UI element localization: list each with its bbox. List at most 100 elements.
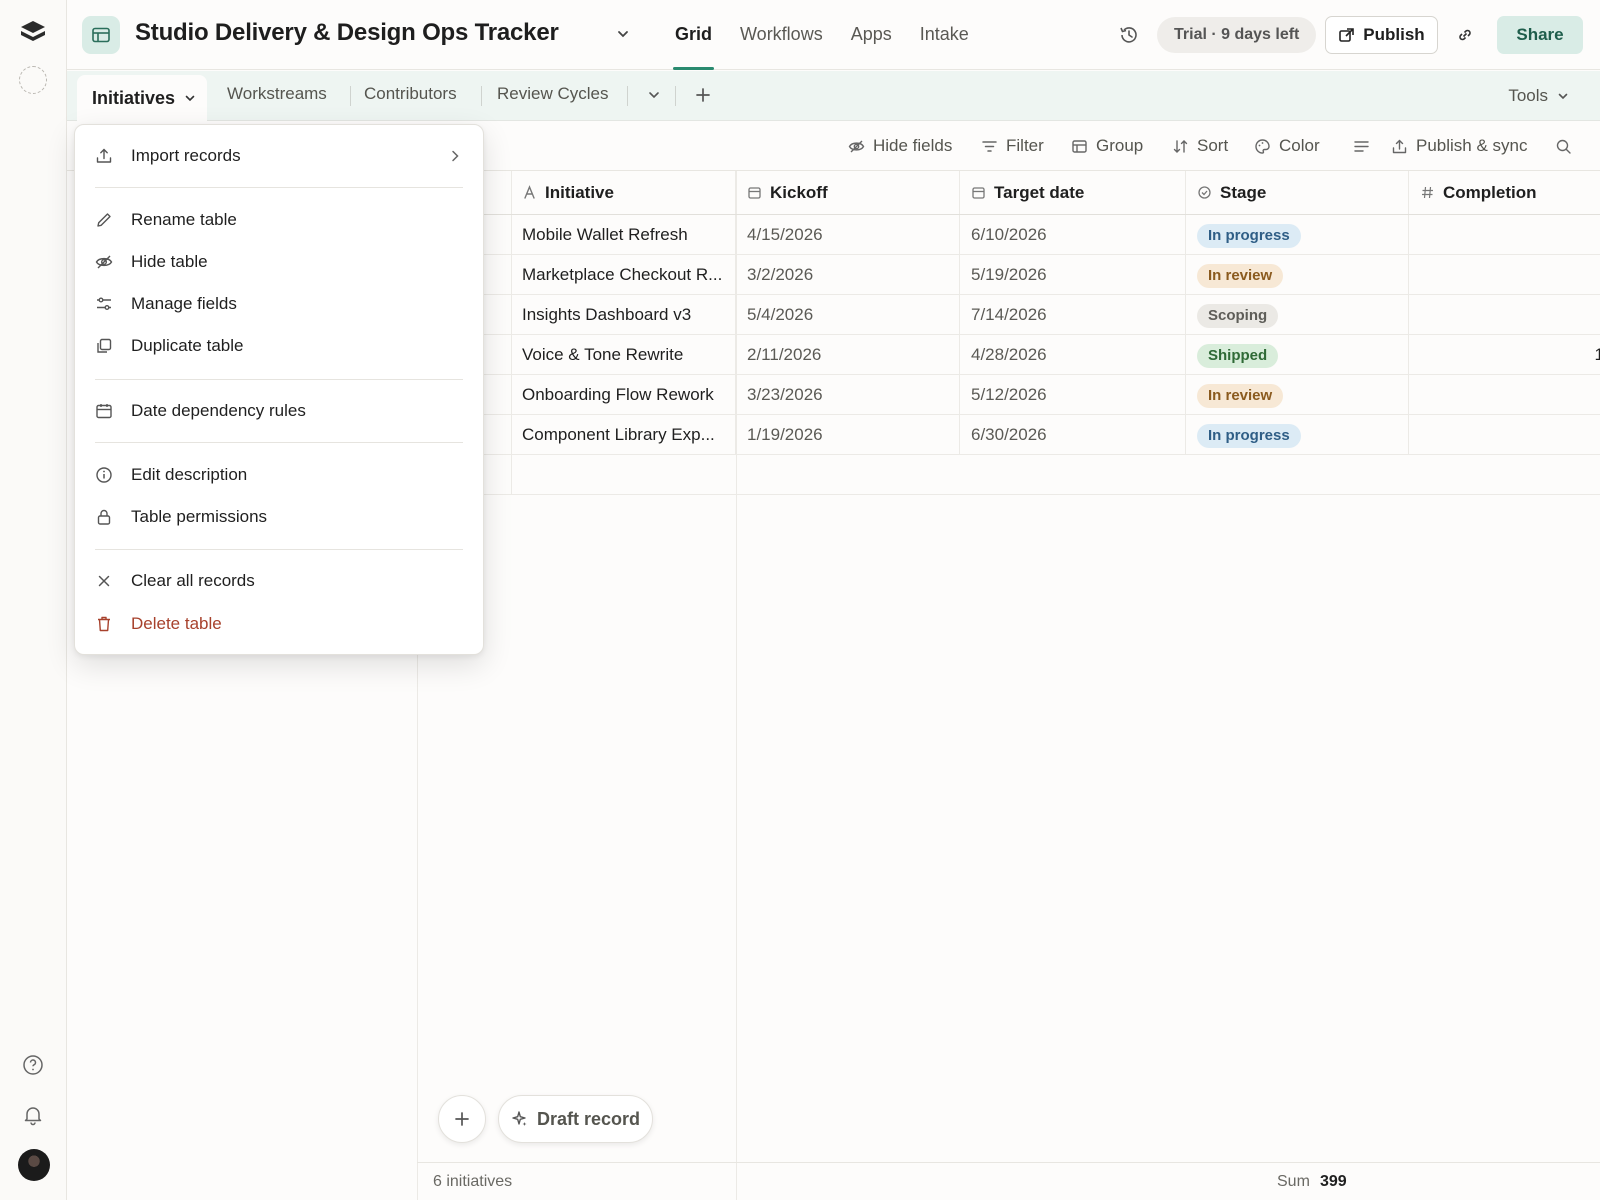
chevron-down-icon[interactable] (615, 26, 631, 42)
stage-cell[interactable]: In review (1186, 375, 1409, 415)
column-header-kickoff[interactable]: Kickoff (736, 171, 960, 214)
menu-item-rename-table[interactable]: Rename table (95, 202, 463, 238)
column-header-target-date[interactable]: Target date (960, 171, 1186, 214)
table-row[interactable]: Mobile Wallet Refresh 4/15/2026 6/10/202… (417, 215, 1600, 255)
target-date-cell[interactable]: 7/14/2026 (960, 295, 1186, 335)
add-row-cell[interactable] (511, 455, 1600, 495)
target-date-cell[interactable]: 4/28/2026 (960, 335, 1186, 375)
help-icon[interactable] (22, 1054, 44, 1076)
menu-item-duplicate-table[interactable]: Duplicate table (95, 328, 463, 364)
initiative-cell[interactable]: Voice & Tone Rewrite (511, 335, 736, 375)
kickoff-cell[interactable]: 3/2/2026 (736, 255, 960, 295)
add-table-plus-icon[interactable] (693, 85, 713, 105)
tab-contributors[interactable]: Contributors (364, 71, 457, 121)
menu-item-label: Duplicate table (131, 336, 244, 355)
tab-initiatives[interactable]: Initiatives (77, 75, 207, 121)
stage-pill: Shipped (1197, 343, 1279, 368)
initiative-cell[interactable]: Insights Dashboard v3 (511, 295, 736, 335)
share-button[interactable]: Share (1497, 16, 1583, 54)
add-record-button[interactable] (438, 1095, 486, 1143)
tab-workstreams[interactable]: Workstreams (227, 71, 327, 121)
stage-cell[interactable]: In progress (1186, 215, 1409, 255)
publish-sync-button[interactable]: Publish & sync (1391, 121, 1528, 171)
chevron-right-icon (452, 150, 459, 162)
app-logo-icon[interactable] (19, 18, 47, 46)
target-date-cell[interactable]: 5/19/2026 (960, 255, 1186, 295)
row-height-button[interactable] (1353, 121, 1370, 171)
stage-cell[interactable]: In review (1186, 255, 1409, 295)
nav-tab-intake[interactable]: Intake (920, 0, 969, 70)
color-button[interactable]: Color (1254, 121, 1320, 171)
close-icon (98, 575, 110, 587)
initiative-cell[interactable]: Onboarding Flow Rework (511, 375, 736, 415)
menu-item-import-records[interactable]: Import records (95, 138, 463, 174)
menu-item-table-permissions[interactable]: Table permissions (95, 499, 463, 535)
table-row[interactable]: Voice & Tone Rewrite 2/11/2026 4/28/2026… (417, 335, 1600, 375)
column-label: Completion (1443, 183, 1537, 202)
kickoff-cell[interactable]: 1/19/2026 (736, 415, 960, 455)
eye-slash-icon (848, 140, 865, 152)
table-row[interactable]: Marketplace Checkout R... 3/2/2026 5/19/… (417, 255, 1600, 295)
table-row[interactable]: Insights Dashboard v3 5/4/2026 7/14/2026… (417, 295, 1600, 335)
history-icon[interactable] (1118, 24, 1140, 46)
target-date-cell[interactable]: 6/10/2026 (960, 215, 1186, 255)
menu-item-edit-description[interactable]: Edit description (95, 457, 463, 493)
tab-separator (627, 86, 628, 106)
hide-fields-button[interactable]: Hide fields (848, 121, 952, 171)
user-avatar[interactable] (18, 1149, 50, 1181)
menu-item-hide-table[interactable]: Hide table (95, 244, 463, 280)
recent-icon[interactable] (19, 66, 47, 94)
nav-tab-workflows[interactable]: Workflows (740, 0, 823, 70)
column-header-stage[interactable]: Stage (1186, 171, 1409, 214)
table-icon (92, 27, 110, 43)
kickoff-cell[interactable]: 3/23/2026 (736, 375, 960, 415)
tools-label: Tools (1508, 86, 1548, 105)
target-date-cell[interactable]: 5/12/2026 (960, 375, 1186, 415)
notifications-bell-icon[interactable] (22, 1104, 44, 1126)
sum-label[interactable]: Sum (1277, 1163, 1310, 1200)
record-count: 6 initiatives (433, 1173, 513, 1190)
add-row[interactable] (417, 455, 1600, 495)
tab-review-cycles[interactable]: Review Cycles (497, 71, 608, 121)
sort-button[interactable]: Sort (1172, 121, 1228, 171)
initiative-cell[interactable]: Component Library Exp... (511, 415, 736, 455)
publish-button[interactable]: Publish (1325, 16, 1438, 54)
completion-cell[interactable]: 1 (1409, 335, 1600, 375)
more-tables-chevron-icon[interactable] (645, 86, 663, 104)
kickoff-cell[interactable]: 2/11/2026 (736, 335, 960, 375)
completion-cell[interactable] (1409, 415, 1600, 455)
base-icon[interactable] (82, 16, 120, 54)
trial-badge[interactable]: Trial · 9 days left (1157, 17, 1317, 53)
completion-cell[interactable] (1409, 215, 1600, 255)
link-icon[interactable] (1456, 26, 1474, 44)
stage-cell[interactable]: In progress (1186, 415, 1409, 455)
column-header-completion[interactable]: Completion (1409, 171, 1600, 214)
base-title[interactable]: Studio Delivery & Design Ops Tracker (135, 19, 559, 47)
column-label: Stage (1220, 183, 1267, 202)
draft-record-button[interactable]: Draft record (498, 1095, 653, 1143)
tools-menu[interactable]: Tools (1508, 71, 1570, 121)
menu-item-manage-fields[interactable]: Manage fields (95, 286, 463, 322)
table-row[interactable]: Onboarding Flow Rework 3/23/2026 5/12/20… (417, 375, 1600, 415)
search-button[interactable] (1555, 121, 1572, 171)
table-row[interactable]: Component Library Exp... 1/19/2026 6/30/… (417, 415, 1600, 455)
stage-cell[interactable]: Scoping (1186, 295, 1409, 335)
nav-tab-apps[interactable]: Apps (851, 0, 892, 70)
menu-item-clear-all-records[interactable]: Clear all records (95, 563, 463, 599)
menu-item-date-dependency-rules[interactable]: Date dependency rules (95, 393, 463, 429)
nav-tab-grid[interactable]: Grid (672, 0, 715, 70)
initiative-cell[interactable]: Mobile Wallet Refresh (511, 215, 736, 255)
completion-cell[interactable] (1409, 255, 1600, 295)
stage-cell[interactable]: Shipped (1186, 335, 1409, 375)
target-date-cell[interactable]: 6/30/2026 (960, 415, 1186, 455)
kickoff-cell[interactable]: 4/15/2026 (736, 215, 960, 255)
group-button[interactable]: Group (1071, 121, 1143, 171)
column-header-initiative[interactable]: Initiative (511, 171, 736, 214)
initiative-cell[interactable]: Marketplace Checkout R... (511, 255, 736, 295)
menu-divider (95, 442, 463, 443)
menu-item-delete-table[interactable]: Delete table (95, 606, 463, 642)
completion-cell[interactable] (1409, 375, 1600, 415)
completion-cell[interactable] (1409, 295, 1600, 335)
filter-button[interactable]: Filter (981, 121, 1044, 171)
kickoff-cell[interactable]: 5/4/2026 (736, 295, 960, 335)
